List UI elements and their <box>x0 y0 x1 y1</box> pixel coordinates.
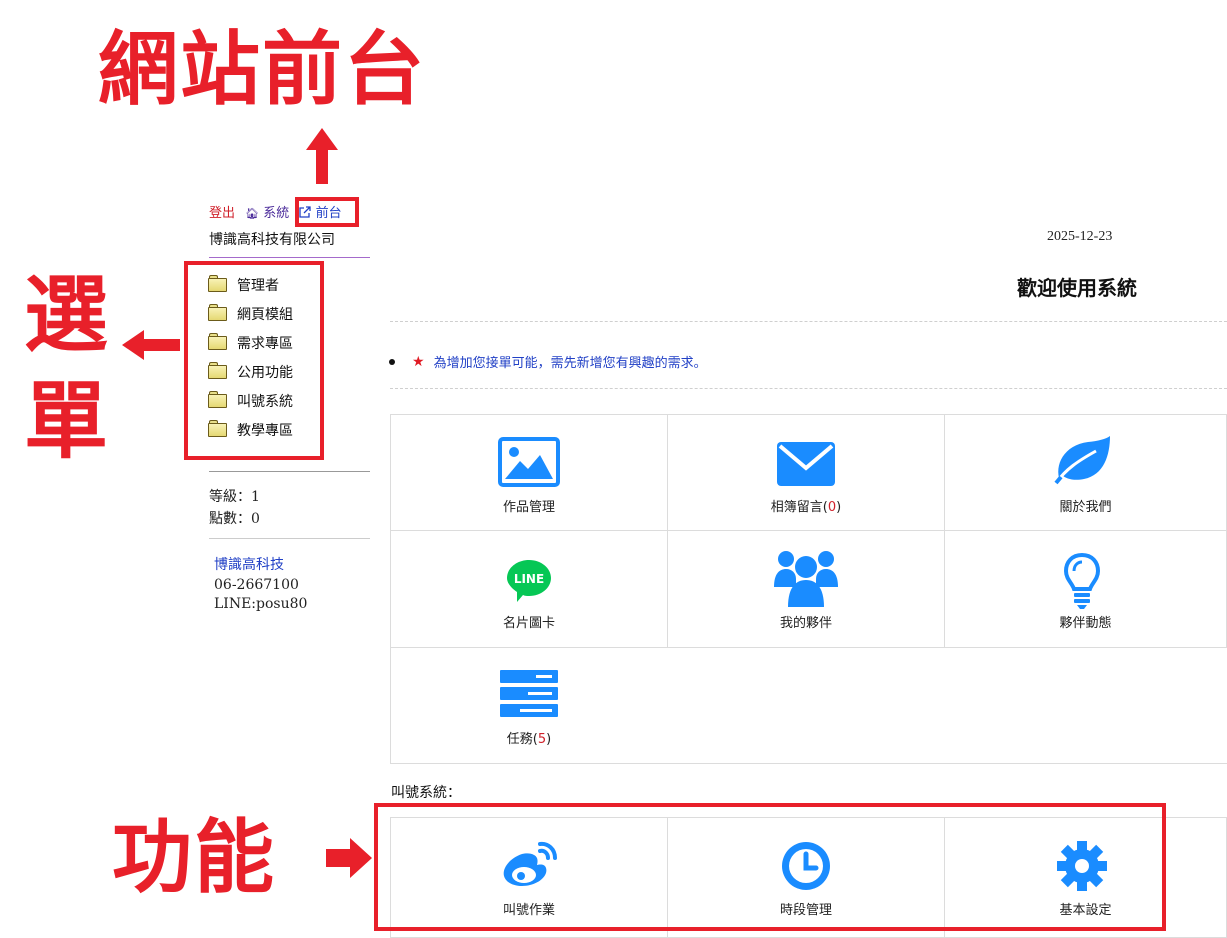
sidebar-item-label: 叫號系統 <box>237 393 293 410</box>
sidebar-item-label: 管理者 <box>237 277 279 294</box>
user-level: 等級：1 <box>209 489 260 505</box>
sidebar-item-admin[interactable]: 管理者 <box>208 270 293 299</box>
folder-icon <box>208 332 227 350</box>
sidebar-divider <box>209 257 370 258</box>
top-links: 登出 🏠︎ 系統 前台 <box>209 205 342 223</box>
folder-icon <box>208 390 227 408</box>
company-name: 博識高科技有限公司 <box>209 232 335 248</box>
annotation-left-arrow <box>122 330 180 360</box>
star-icon: ★ <box>412 353 425 370</box>
svg-text:LINE: LINE <box>514 572 544 586</box>
annotation-function-label: 功能 <box>112 811 276 904</box>
tile-business-card[interactable]: LINE 名片圖卡 <box>390 530 668 648</box>
annotation-menu-label: 選 單 <box>18 262 114 474</box>
external-link-icon <box>299 206 312 218</box>
function-grid: 作品管理 相簿留言(0) 關於我們 LINE 名片圖卡 我的夥伴 夥伴動態 任務… <box>390 414 1227 764</box>
user-points: 點數：0 <box>209 511 260 527</box>
bullet <box>389 358 395 365</box>
tile-label: 我的夥伴 <box>779 616 832 631</box>
image-icon <box>498 437 560 487</box>
annotation-menu-char2: 單 <box>23 372 108 470</box>
tile-label: 名片圖卡 <box>502 616 555 631</box>
empty-cell <box>667 647 1227 764</box>
sidebar-item-label: 需求專區 <box>237 335 293 352</box>
tile-partner-news[interactable]: 夥伴動態 <box>944 530 1227 648</box>
home-icon: 🏠︎ <box>245 207 260 220</box>
front-link[interactable]: 前台 <box>299 206 342 221</box>
envelope-icon <box>777 442 835 486</box>
tile-label: 相簿留言(0) <box>770 500 842 515</box>
contact-phone: 06-2667100 <box>214 577 299 593</box>
annotation-right-arrow <box>326 838 372 878</box>
notice-item[interactable]: ★ 為增加您接單可能，需先新增您有興趣的需求。 <box>389 352 707 371</box>
count-badge: 0 <box>827 500 837 515</box>
sidebar-item-web-modules[interactable]: 網頁模組 <box>208 299 293 328</box>
tile-tasks[interactable]: 任務(5) <box>390 647 668 764</box>
sidebar-item-call-system[interactable]: 叫號系統 <box>208 386 293 415</box>
folder-icon <box>208 274 227 292</box>
folder-icon <box>208 303 227 321</box>
tile-label: 關於我們 <box>1059 500 1112 515</box>
page-title: 歡迎使用系統 <box>1017 276 1137 300</box>
tile-label-text: 任務 <box>506 732 533 747</box>
annotation-up-arrow <box>306 128 338 184</box>
tasks-icon <box>500 670 558 717</box>
tile-album-comments[interactable]: 相簿留言(0) <box>667 414 945 531</box>
sidebar-item-label: 網頁模組 <box>237 306 293 323</box>
tile-label: 任務(5) <box>506 732 552 747</box>
tile-label-text: 相簿留言 <box>770 500 823 515</box>
dashed-divider <box>390 388 1227 389</box>
sidebar-menu: 管理者 網頁模組 需求專區 公用功能 叫號系統 教學專區 <box>208 270 293 444</box>
system-link[interactable]: 🏠︎ 系統 <box>245 206 289 221</box>
folder-icon <box>208 419 227 437</box>
tile-label: 作品管理 <box>502 500 555 515</box>
tile-label: 夥伴動態 <box>1059 616 1112 631</box>
logout-link[interactable]: 登出 <box>209 206 235 221</box>
sidebar-item-label: 公用功能 <box>237 364 293 381</box>
tile-my-partners[interactable]: 我的夥伴 <box>667 530 945 648</box>
notice-text: 為增加您接單可能，需先新增您有興趣的需求。 <box>433 356 707 371</box>
tile-about-us[interactable]: 關於我們 <box>944 414 1227 531</box>
sidebar-item-requests[interactable]: 需求專區 <box>208 328 293 357</box>
sidebar-item-teaching[interactable]: 教學專區 <box>208 415 293 444</box>
contact-name-link[interactable]: 博識高科技 <box>214 554 284 574</box>
dashed-divider <box>390 321 1227 322</box>
line-icon: LINE <box>507 560 551 602</box>
users-icon <box>774 551 838 607</box>
sidebar-divider <box>209 538 370 539</box>
annotation-function-box <box>374 803 1166 931</box>
current-date: 2025-12-23 <box>1047 229 1113 244</box>
system-link-label: 系統 <box>263 206 290 221</box>
folder-icon <box>208 361 227 379</box>
leaf-icon <box>1053 436 1110 485</box>
lightbulb-icon <box>1063 553 1100 609</box>
sidebar-item-label: 教學專區 <box>237 422 293 439</box>
annotation-front-label: 網站前台 <box>98 23 426 116</box>
annotation-menu-char1: 選 <box>23 266 108 364</box>
sidebar-divider <box>209 471 370 472</box>
count-badge: 5 <box>537 732 547 747</box>
front-link-label: 前台 <box>315 206 342 221</box>
sidebar-item-common[interactable]: 公用功能 <box>208 357 293 386</box>
call-system-title: 叫號系統： <box>391 785 461 801</box>
tile-works[interactable]: 作品管理 <box>390 414 668 531</box>
contact-line-id: LINE:posu80 <box>214 596 308 612</box>
